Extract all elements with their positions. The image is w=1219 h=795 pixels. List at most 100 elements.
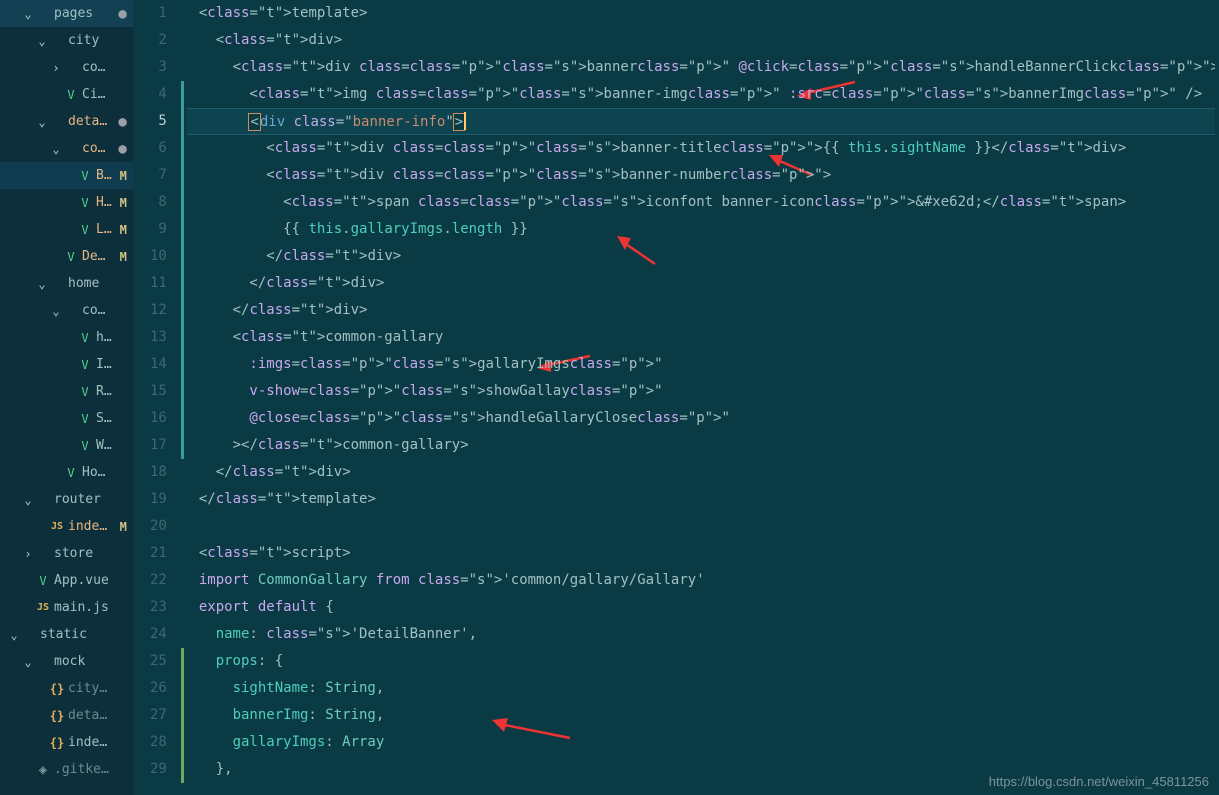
tree-folder[interactable]: ⌄city bbox=[0, 27, 133, 54]
code-line[interactable]: <class="t">div class=class="p">"class="s… bbox=[187, 135, 1219, 162]
tree-folder[interactable]: ⌄static bbox=[0, 621, 133, 648]
tree-folder[interactable]: ›components bbox=[0, 54, 133, 81]
tree-file[interactable]: ›VList.vueM bbox=[0, 216, 133, 243]
vue-file-icon: V bbox=[76, 169, 94, 183]
line-number: 16 bbox=[133, 405, 181, 432]
code-line[interactable]: <class="t">img class=class="p">"class="s… bbox=[187, 81, 1219, 108]
tree-item-label: store bbox=[54, 546, 113, 561]
tree-file[interactable]: ›VIcons.vue bbox=[0, 351, 133, 378]
tree-item-label: Detail.vue bbox=[82, 249, 113, 264]
chevron-down-icon: ⌄ bbox=[36, 115, 48, 129]
tree-file[interactable]: ›VBanner.vueM bbox=[0, 162, 133, 189]
code-line[interactable]: export default { bbox=[187, 594, 1219, 621]
code-line[interactable]: sightName: String, bbox=[187, 675, 1219, 702]
tree-file[interactable]: ›Vheader.vue bbox=[0, 324, 133, 351]
tree-item-label: Banner.vue bbox=[96, 168, 113, 183]
line-number: 6 bbox=[133, 135, 181, 162]
code-line[interactable]: </class="t">template> bbox=[187, 486, 1219, 513]
code-line[interactable]: <class="t">template> bbox=[187, 0, 1219, 27]
tree-item-label: Swiper.vue bbox=[96, 411, 113, 426]
tree-item-label: city.json bbox=[68, 681, 113, 696]
code-line[interactable]: :imgs=class="p">"class="s">gallaryImgscl… bbox=[187, 351, 1219, 378]
tree-folder[interactable]: ⌄mock bbox=[0, 648, 133, 675]
tree-file[interactable]: ›{}detail.json bbox=[0, 702, 133, 729]
code-line[interactable]: <class="t">div class=class="p">"class="s… bbox=[187, 54, 1219, 81]
chevron-down-icon: ⌄ bbox=[50, 142, 62, 156]
code-area[interactable]: <class="t">template> <class="t">div> <cl… bbox=[187, 0, 1219, 795]
js-file-icon: JS bbox=[34, 602, 52, 613]
tree-file[interactable]: ›VHeader.vueM bbox=[0, 189, 133, 216]
file-explorer[interactable]: ⌄pages●⌄city›components›VCity.vue⌄detail… bbox=[0, 0, 133, 795]
line-number: 11 bbox=[133, 270, 181, 297]
tree-file[interactable]: ›◈.gitkeep bbox=[0, 756, 133, 783]
chevron-down-icon: ⌄ bbox=[8, 628, 20, 642]
code-line[interactable]: <class="t">common-gallary bbox=[187, 324, 1219, 351]
chevron-down-icon: ⌄ bbox=[50, 304, 62, 318]
code-line[interactable]: ></class="t">common-gallary> bbox=[187, 432, 1219, 459]
code-line[interactable]: <div class="banner-info"> bbox=[187, 108, 1219, 135]
tree-file[interactable]: ›VWeekend.vue bbox=[0, 432, 133, 459]
tree-file[interactable]: ›VSwiper.vue bbox=[0, 405, 133, 432]
code-line[interactable]: <class="t">div class=class="p">"class="s… bbox=[187, 162, 1219, 189]
code-line[interactable]: v-show=class="p">"class="s">showGallaycl… bbox=[187, 378, 1219, 405]
tree-item-label: City.vue bbox=[82, 87, 113, 102]
tree-item-label: components bbox=[82, 60, 113, 75]
tree-file[interactable]: ›{}index.json bbox=[0, 729, 133, 756]
json-file-icon: {} bbox=[48, 709, 66, 723]
vue-file-icon: V bbox=[76, 385, 94, 399]
code-line[interactable]: name: class="s">'DetailBanner', bbox=[187, 621, 1219, 648]
tree-folder[interactable]: ⌄pages● bbox=[0, 0, 133, 27]
tree-folder[interactable]: ⌄components● bbox=[0, 135, 133, 162]
line-number: 21 bbox=[133, 540, 181, 567]
tree-file[interactable]: ›JSmain.js bbox=[0, 594, 133, 621]
line-number: 26 bbox=[133, 675, 181, 702]
code-line[interactable]: </class="t">div> bbox=[187, 270, 1219, 297]
tree-file[interactable]: ›JSindex.jsM bbox=[0, 513, 133, 540]
line-number: 9 bbox=[133, 216, 181, 243]
code-line[interactable]: <class="t">script> bbox=[187, 540, 1219, 567]
chevron-down-icon: ⌄ bbox=[22, 7, 34, 21]
code-line[interactable]: props: { bbox=[187, 648, 1219, 675]
code-line[interactable]: bannerImg: String, bbox=[187, 702, 1219, 729]
line-number: 5 bbox=[133, 108, 181, 135]
code-line[interactable] bbox=[187, 513, 1219, 540]
line-number: 2 bbox=[133, 27, 181, 54]
tree-folder[interactable]: ›store bbox=[0, 540, 133, 567]
tree-file[interactable]: ›{}city.json bbox=[0, 675, 133, 702]
tree-folder[interactable]: ⌄detail● bbox=[0, 108, 133, 135]
code-line[interactable]: <class="t">span class=class="p">"class="… bbox=[187, 189, 1219, 216]
code-line[interactable]: </class="t">div> bbox=[187, 243, 1219, 270]
chevron-down-icon: ⌄ bbox=[36, 277, 48, 291]
vue-file-icon: V bbox=[62, 250, 80, 264]
code-editor[interactable]: 1234567891011121314151617181920212223242… bbox=[133, 0, 1219, 795]
tree-file[interactable]: ›VRecommend.vue bbox=[0, 378, 133, 405]
code-line[interactable]: </class="t">div> bbox=[187, 459, 1219, 486]
code-line[interactable]: gallaryImgs: Array bbox=[187, 729, 1219, 756]
line-number: 20 bbox=[133, 513, 181, 540]
tree-folder[interactable]: ⌄home bbox=[0, 270, 133, 297]
line-number: 23 bbox=[133, 594, 181, 621]
line-number: 1 bbox=[133, 0, 181, 27]
vue-file-icon: V bbox=[76, 196, 94, 210]
vue-file-icon: V bbox=[76, 358, 94, 372]
code-line[interactable]: import CommonGallary from class="s">'com… bbox=[187, 567, 1219, 594]
line-number: 12 bbox=[133, 297, 181, 324]
code-line[interactable]: <class="t">div> bbox=[187, 27, 1219, 54]
file-icon: ◈ bbox=[34, 762, 52, 778]
vue-file-icon: V bbox=[62, 88, 80, 102]
vcs-status-badge: M bbox=[113, 169, 127, 183]
vcs-status-badge: M bbox=[113, 520, 127, 534]
minimap bbox=[1215, 0, 1219, 795]
tree-file[interactable]: ›VHome.vue bbox=[0, 459, 133, 486]
tree-file[interactable]: ›VCity.vue bbox=[0, 81, 133, 108]
vue-file-icon: V bbox=[76, 223, 94, 237]
tree-file[interactable]: ›VApp.vue bbox=[0, 567, 133, 594]
tree-item-label: Home.vue bbox=[82, 465, 113, 480]
tree-item-label: mock bbox=[54, 654, 113, 669]
code-line[interactable]: @close=class="p">"class="s">handleGallar… bbox=[187, 405, 1219, 432]
tree-folder[interactable]: ⌄router bbox=[0, 486, 133, 513]
code-line[interactable]: {{ this.gallaryImgs.length }} bbox=[187, 216, 1219, 243]
tree-file[interactable]: ›VDetail.vueM bbox=[0, 243, 133, 270]
code-line[interactable]: </class="t">div> bbox=[187, 297, 1219, 324]
tree-folder[interactable]: ⌄components bbox=[0, 297, 133, 324]
